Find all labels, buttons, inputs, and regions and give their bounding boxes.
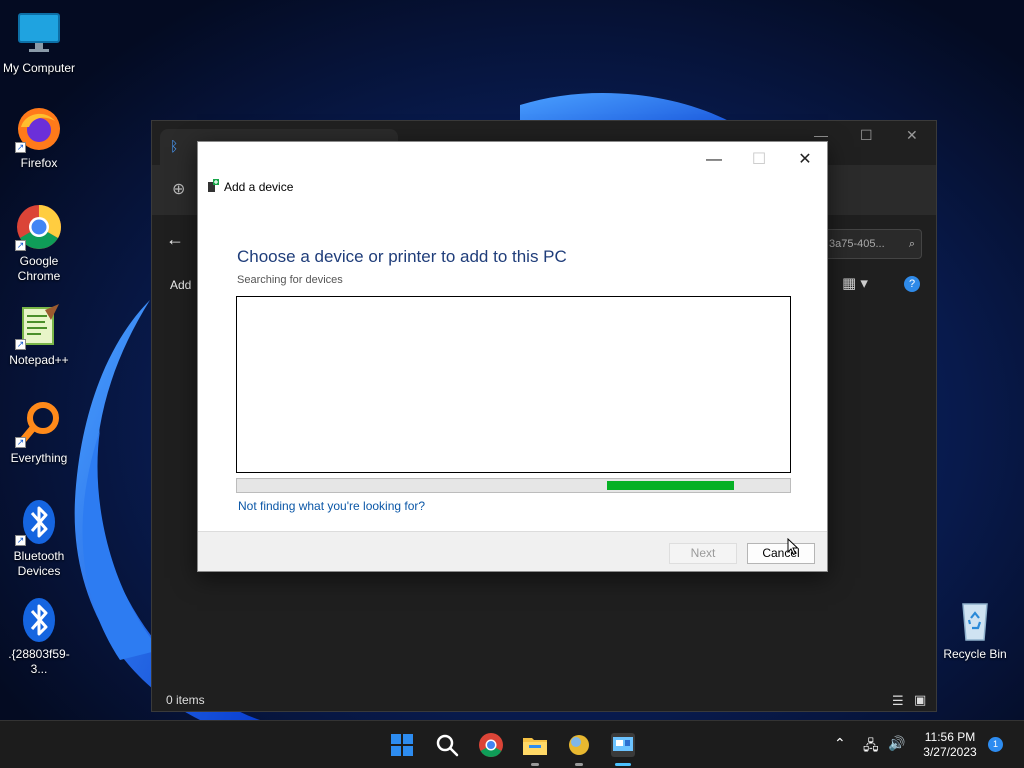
add-device-dialog[interactable]: — ☐ ✕ Add a device Choose a device or pr… xyxy=(197,141,828,572)
help-icon[interactable]: ? xyxy=(904,276,920,292)
explorer-search-input[interactable]: 3a75-405... ⌕ xyxy=(822,229,922,259)
desktop-icon-notepadpp[interactable]: ↗ Notepad++ xyxy=(0,302,78,368)
chrome-icon: ↗ xyxy=(15,203,63,251)
searching-status-text: Searching for devices xyxy=(237,274,343,286)
notification-badge[interactable]: 1 xyxy=(988,737,1003,752)
show-hidden-icons-chevron-icon[interactable]: ⌃ xyxy=(834,735,846,752)
shortcut-arrow-icon: ↗ xyxy=(15,437,26,448)
desktop-icon-label: Bluetooth Devices xyxy=(13,549,65,578)
dialog-footer: Next Cancel xyxy=(198,531,827,571)
chrome-icon[interactable] xyxy=(475,729,507,761)
windows-start-icon[interactable] xyxy=(386,729,418,761)
clock[interactable]: 11:56 PM 3/27/2023 xyxy=(922,730,978,759)
desktop-icon-bluetooth-folder[interactable]: .{28803f59-3... xyxy=(0,596,78,677)
desktop-icon-label: Notepad++ xyxy=(9,353,69,367)
desktop-icon-label: Everything xyxy=(10,451,68,465)
taskbar-active-indicator xyxy=(615,763,631,766)
tiles-view-icon[interactable]: ▣ xyxy=(914,692,926,708)
bluetooth-icon xyxy=(15,596,63,644)
search-placeholder: 3a75-405... xyxy=(829,238,885,250)
cancel-button[interactable]: Cancel xyxy=(747,543,815,564)
search-progress-bar xyxy=(236,478,791,493)
shortcut-arrow-icon: ↗ xyxy=(15,240,26,251)
clock-time: 11:56 PM xyxy=(924,730,976,744)
not-finding-link[interactable]: Not finding what you're looking for? xyxy=(238,499,425,513)
dialog-close-button[interactable]: ✕ xyxy=(783,146,827,174)
back-arrow-icon[interactable]: ← xyxy=(166,229,184,250)
device-list[interactable] xyxy=(236,296,791,473)
shortcut-arrow-icon: ↗ xyxy=(15,535,26,546)
next-button: Next xyxy=(669,543,737,564)
taskbar-running-indicator xyxy=(531,763,539,766)
desktop-icon-google-chrome[interactable]: ↗ Google Chrome xyxy=(0,203,78,284)
desktop-icon-everything[interactable]: ↗ Everything xyxy=(0,400,78,466)
desktop-icon-recycle-bin[interactable]: Recycle Bin xyxy=(936,596,1014,662)
desktop-icon-label: My Computer xyxy=(2,61,76,75)
desktop-icon-bluetooth-devices[interactable]: ↗ Bluetooth Devices xyxy=(0,498,78,579)
taskbar: ⌃ 🖧 🔊 11:56 PM 3/27/2023 1 xyxy=(0,720,1024,768)
add-command[interactable]: Add xyxy=(170,278,191,292)
bluetooth-icon: ↗ xyxy=(15,498,63,546)
dialog-minimize-button[interactable]: — xyxy=(692,146,736,174)
notepadpp-icon: ↗ xyxy=(15,302,63,350)
desktop-icon-label: Google Chrome xyxy=(17,254,61,283)
search-icon: ⌕ xyxy=(908,238,915,250)
control-panel-icon[interactable] xyxy=(563,729,595,761)
shortcut-arrow-icon: ↗ xyxy=(15,142,26,153)
dialog-maximize-button: ☐ xyxy=(751,151,767,168)
recycle-bin-icon xyxy=(951,596,999,644)
explorer-close-button[interactable]: ✕ xyxy=(906,127,918,144)
search-icon[interactable] xyxy=(431,729,463,761)
explorer-maximize-button[interactable]: ☐ xyxy=(860,127,873,144)
volume-icon[interactable]: 🔊 xyxy=(888,735,905,752)
dialog-heading: Choose a device or printer to add to thi… xyxy=(237,247,567,266)
everything-icon: ↗ xyxy=(15,400,63,448)
details-view-icon[interactable]: ☰ xyxy=(892,693,904,709)
add-device-icon xyxy=(208,179,219,192)
firefox-icon: ↗ xyxy=(15,105,63,153)
file-explorer-icon[interactable] xyxy=(519,729,551,761)
progress-fill xyxy=(607,481,734,490)
desktop-icon-label: .{28803f59-3... xyxy=(8,647,70,676)
bluetooth-settings-icon[interactable] xyxy=(607,729,639,761)
desktop-icon-label: Recycle Bin xyxy=(943,647,1007,661)
explorer-status-text: 0 items xyxy=(166,693,205,707)
view-options-icon[interactable]: ▦ ▾ xyxy=(842,274,868,292)
clock-date: 3/27/2023 xyxy=(923,745,977,759)
desktop-icon-my-computer[interactable]: My Computer xyxy=(0,10,78,76)
desktop-icon-firefox[interactable]: ↗ Firefox xyxy=(0,105,78,171)
desktop-icon-label: Firefox xyxy=(20,156,58,170)
monitor-icon xyxy=(15,10,63,58)
taskbar-running-indicator xyxy=(575,763,583,766)
network-icon[interactable]: 🖧 xyxy=(863,735,879,759)
shortcut-arrow-icon: ↗ xyxy=(15,339,26,350)
dialog-title: Add a device xyxy=(224,180,294,194)
new-icon[interactable]: ⊕ xyxy=(172,179,185,199)
bluetooth-icon: ᛒ xyxy=(170,138,179,154)
mouse-cursor-icon xyxy=(787,538,799,556)
